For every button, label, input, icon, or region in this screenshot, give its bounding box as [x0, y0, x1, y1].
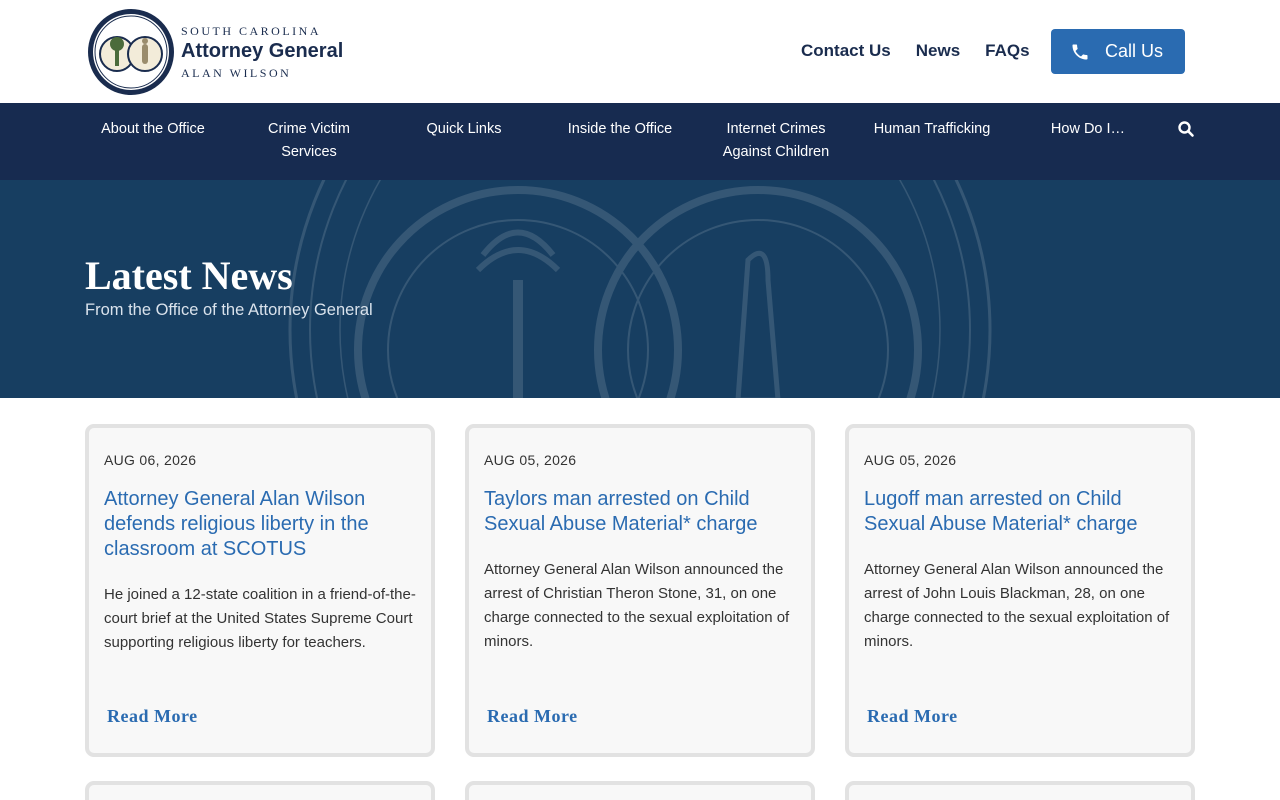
news-excerpt: He joined a 12-state coalition in a frie… [104, 586, 416, 651]
faqs-link[interactable]: FAQs [985, 41, 1029, 61]
nav-item-inside-office[interactable]: Inside the Office [560, 118, 680, 141]
news-card: AUG 05, 2026 Taylors man arrested on Chi… [465, 424, 815, 757]
nav-item-how-do-i[interactable]: How Do I… [1043, 118, 1133, 141]
nav-item-human-trafficking[interactable]: Human Trafficking [866, 118, 998, 141]
page-title: Latest News [85, 253, 293, 298]
news-card-next [85, 781, 435, 800]
page-subtitle: From the Office of the Attorney General [85, 301, 373, 319]
news-title-link[interactable]: Taylors man arrested on Child Sexual Abu… [484, 487, 804, 537]
news-date: AUG 05, 2026 [864, 452, 957, 468]
logo-title-text: Attorney General [181, 39, 344, 62]
read-more-link[interactable]: Read More [107, 706, 198, 727]
hero-banner: Latest News From the Office of the Attor… [0, 180, 1280, 398]
contact-us-link[interactable]: Contact Us [801, 41, 891, 61]
news-link[interactable]: News [916, 41, 960, 61]
site-header: SOUTH CAROLINA Attorney General ALAN WIL… [0, 0, 1280, 103]
news-title-link[interactable]: Lugoff man arrested on Child Sexual Abus… [864, 487, 1184, 537]
call-us-button[interactable]: Call Us [1051, 29, 1185, 74]
seal-watermark-icon [288, 180, 992, 398]
call-us-label: Call Us [1105, 41, 1164, 61]
news-excerpt: Attorney General Alan Wilson announced t… [484, 561, 790, 650]
news-card: AUG 06, 2026 Attorney General Alan Wilso… [85, 424, 435, 757]
news-card: AUG 05, 2026 Lugoff man arrested on Chil… [845, 424, 1195, 757]
news-title-link[interactable]: Attorney General Alan Wilson defends rel… [104, 487, 424, 562]
news-date: AUG 05, 2026 [484, 452, 577, 468]
nav-item-internet-crimes[interactable]: Internet Crimes Against Children [716, 118, 836, 164]
utility-links: Contact Us News FAQs [801, 41, 1055, 61]
phone-icon [1072, 44, 1088, 59]
news-date: AUG 06, 2026 [104, 452, 197, 468]
read-more-link[interactable]: Read More [487, 706, 578, 727]
nav-item-quick-links[interactable]: Quick Links [414, 118, 514, 141]
nav-item-crime-victim-services[interactable]: Crime Victim Services [253, 118, 365, 164]
search-icon[interactable] [1177, 120, 1195, 138]
news-excerpt: Attorney General Alan Wilson announced t… [864, 561, 1170, 650]
read-more-link[interactable]: Read More [867, 706, 958, 727]
logo-state-text: SOUTH CAROLINA [181, 23, 321, 38]
state-seal-icon [88, 9, 174, 95]
nav-item-about[interactable]: About the Office [97, 118, 209, 141]
news-card-next [465, 781, 815, 800]
main-nav: About the Office Crime Victim Services Q… [0, 103, 1280, 180]
site-logo[interactable]: SOUTH CAROLINA Attorney General ALAN WIL… [87, 8, 343, 96]
logo-name-text: ALAN WILSON [181, 65, 292, 80]
news-card-next [845, 781, 1195, 800]
